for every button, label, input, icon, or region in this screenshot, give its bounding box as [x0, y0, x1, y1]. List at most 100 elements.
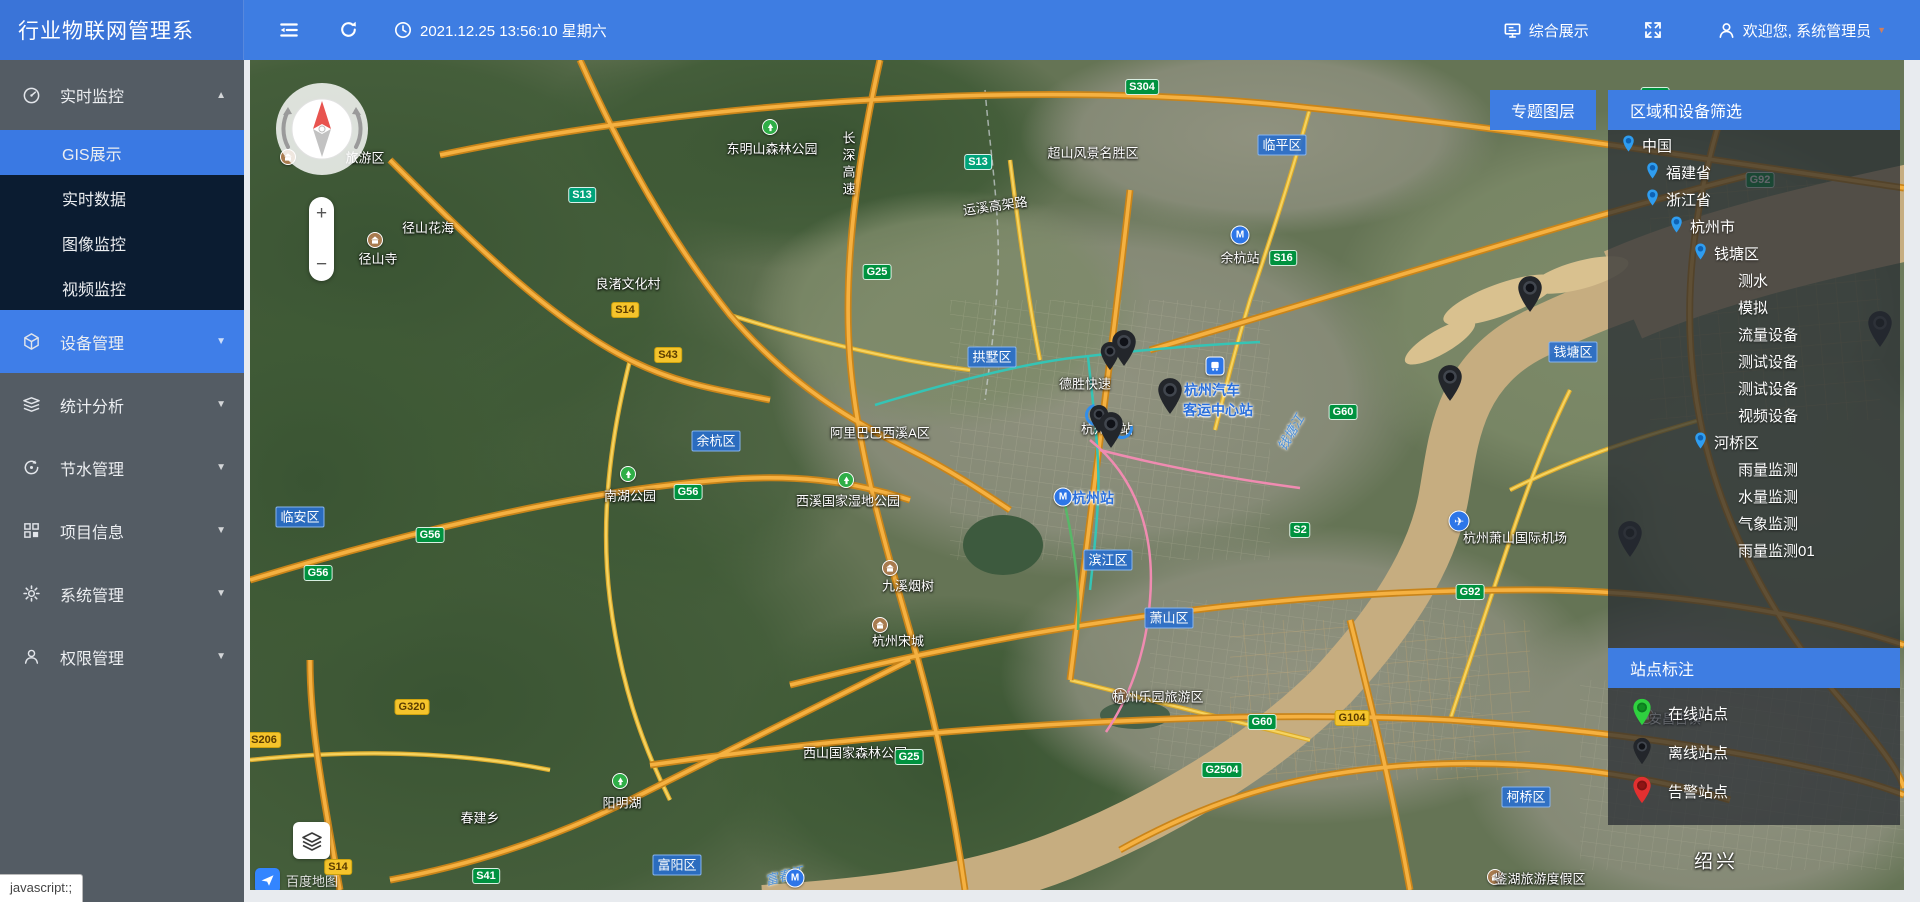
sidebar-item-label: 图像监控: [62, 231, 126, 255]
tree-node-label: 河桥区: [1714, 432, 1759, 453]
tree-node-label: 气象监测: [1738, 513, 1798, 534]
road-shield-G2504: G2504: [1201, 762, 1242, 778]
zoom-in-button[interactable]: +: [316, 204, 327, 223]
station-pin-offline[interactable]: [1100, 341, 1121, 376]
compass-control[interactable]: [274, 81, 370, 182]
map-pin-icon: [1646, 189, 1666, 210]
zoom-out-button[interactable]: −: [316, 255, 327, 274]
sidebar-item-label: 系统管理: [60, 582, 124, 606]
tree-node-福建省[interactable]: 福建省: [1608, 159, 1900, 186]
sidebar-item-权限管理[interactable]: 权限管理▼: [0, 625, 244, 688]
tree-node-视频设备[interactable]: 视频设备: [1608, 402, 1900, 429]
tree-node-label: 钱塘区: [1714, 243, 1759, 264]
tree-node-河桥区[interactable]: 河桥区: [1608, 429, 1900, 456]
station-label-杭州站: 杭州站: [1072, 488, 1114, 508]
station-pin-offline[interactable]: [1157, 377, 1184, 420]
tree-node-雨量监测01[interactable]: 雨量监测01: [1608, 537, 1900, 564]
tree-node-测试设备[interactable]: 测试设备: [1608, 375, 1900, 402]
tree-node-杭州市[interactable]: 杭州市: [1608, 213, 1900, 240]
station-label-客运中心站: 客运中心站: [1183, 400, 1253, 420]
datetime-display: 2021.12.25 13:56:10 星期六: [394, 20, 607, 41]
station-pin-offline[interactable]: [1517, 275, 1544, 318]
fold-menu-icon[interactable]: [278, 19, 300, 41]
tree-node-label: 雨量监测: [1738, 459, 1798, 480]
tree-node-雨量监测[interactable]: 雨量监测: [1608, 456, 1900, 483]
poi-label-余杭站: 余杭站: [1220, 248, 1259, 267]
tree-node-浙江省[interactable]: 浙江省: [1608, 186, 1900, 213]
district-label-余杭区: 余杭区: [691, 431, 740, 452]
chevron-down-icon: ▼: [216, 525, 226, 536]
layers-icon: [301, 830, 323, 852]
legend-panel-title: 站点标注: [1608, 648, 1900, 688]
poi-label-超山风景名胜区: 超山风景名胜区: [1047, 143, 1138, 162]
sidebar-item-视频监控[interactable]: 视频监控: [0, 265, 244, 310]
metro-station-icon: M: [1231, 226, 1250, 245]
display-mode-label: 综合展示: [1529, 20, 1589, 41]
display-mode-button[interactable]: 综合展示: [1503, 20, 1589, 41]
tree-node-label: 模拟: [1738, 297, 1768, 318]
tree-node-label: 视频设备: [1738, 405, 1798, 426]
tree-node-中国[interactable]: 中国: [1608, 132, 1900, 159]
sidebar-item-系统管理[interactable]: 系统管理 ▼: [0, 562, 244, 625]
road-shield-G56: G56: [416, 527, 445, 543]
road-name-label: 运溪高架路: [961, 191, 1028, 219]
sidebar-item-GIS展示[interactable]: GIS展示: [0, 130, 244, 175]
tree-node-流量设备[interactable]: 流量设备: [1608, 321, 1900, 348]
road-shield-S41: S41: [472, 868, 500, 884]
poi-label-杭州萧山国际机场: 杭州萧山国际机场: [1463, 528, 1567, 547]
sidebar-item-实时监控[interactable]: 实时监控▲: [0, 60, 244, 130]
sidebar-item-统计分析[interactable]: 统计分析▼: [0, 373, 244, 436]
road-shield-G56: G56: [304, 565, 333, 581]
road-shield-G56: G56: [674, 484, 703, 500]
app-title: 行业物联网管理系: [0, 0, 244, 60]
tree-node-水量监测[interactable]: 水量监测: [1608, 483, 1900, 510]
tree-node-钱塘区[interactable]: 钱塘区: [1608, 240, 1900, 267]
map-pin-icon: [1622, 135, 1642, 156]
legend-item-告警站点: 告警站点: [1608, 772, 1900, 811]
tree-node-测水[interactable]: 测水: [1608, 267, 1900, 294]
tree-node-label: 中国: [1642, 135, 1672, 156]
poi-label-绍兴: 绍兴: [1694, 847, 1738, 874]
poi-label-阳明湖: 阳明湖: [602, 793, 641, 812]
browser-status-text: javascript:;: [0, 874, 83, 902]
sidebar-item-设备管理[interactable]: 设备管理▼: [0, 310, 244, 373]
map-layers-button[interactable]: [293, 822, 330, 859]
scenic-spot-icon: [882, 560, 898, 576]
user-icon: [1717, 21, 1736, 40]
tree-node-气象监测[interactable]: 气象监测: [1608, 510, 1900, 537]
sidebar-item-label: 统计分析: [60, 393, 124, 417]
zoom-control[interactable]: + −: [309, 197, 334, 281]
legend-item-离线站点: 离线站点: [1608, 733, 1900, 772]
tree-node-测试设备[interactable]: 测试设备: [1608, 348, 1900, 375]
district-label-萧山区: 萧山区: [1144, 608, 1193, 629]
district-label-临安区: 临安区: [275, 507, 324, 528]
sidebar-item-项目信息[interactable]: 项目信息▼: [0, 499, 244, 562]
sidebar-item-节水管理[interactable]: 节水管理▼: [0, 436, 244, 499]
user-menu[interactable]: 欢迎您, 系统管理员 ▼: [1717, 20, 1886, 41]
station-pin-offline[interactable]: [1437, 364, 1464, 407]
thematic-layer-button[interactable]: 专题图层: [1490, 90, 1596, 130]
refresh-icon[interactable]: [338, 19, 360, 41]
station-pin-offline[interactable]: [1098, 411, 1125, 454]
tree-node-模拟[interactable]: 模拟: [1608, 294, 1900, 321]
sidebar-item-label: 实时监控: [60, 83, 124, 107]
chevron-down-icon: ▼: [216, 588, 226, 599]
scenic-spot-icon: [872, 617, 888, 633]
tree-node-label: 水量监测: [1738, 486, 1798, 507]
sidebar-item-图像监控[interactable]: 图像监控: [0, 220, 244, 265]
poi-label-鉴湖旅游度假区: 鉴湖旅游度假区: [1494, 869, 1585, 888]
attribution-text: 百度地图: [286, 871, 338, 890]
map-pin-icon: [1694, 432, 1714, 453]
district-label-临平区: 临平区: [1257, 135, 1306, 156]
poi-label-杭州宋城: 杭州宋城: [872, 631, 924, 650]
cube-icon: [22, 332, 41, 351]
sidebar-item-实时数据[interactable]: 实时数据: [0, 175, 244, 220]
poi-label-春建乡: 春建乡: [460, 808, 499, 827]
layers-icon: [22, 395, 41, 414]
poi-label-西溪国家湿地公园: 西溪国家湿地公园: [796, 491, 900, 510]
board-icon: [1503, 21, 1522, 40]
chevron-down-icon: ▼: [216, 336, 226, 347]
tree-node-label: 测水: [1738, 270, 1768, 291]
fullscreen-icon[interactable]: [1643, 20, 1663, 40]
station-label-杭州汽车: 杭州汽车: [1184, 380, 1240, 400]
